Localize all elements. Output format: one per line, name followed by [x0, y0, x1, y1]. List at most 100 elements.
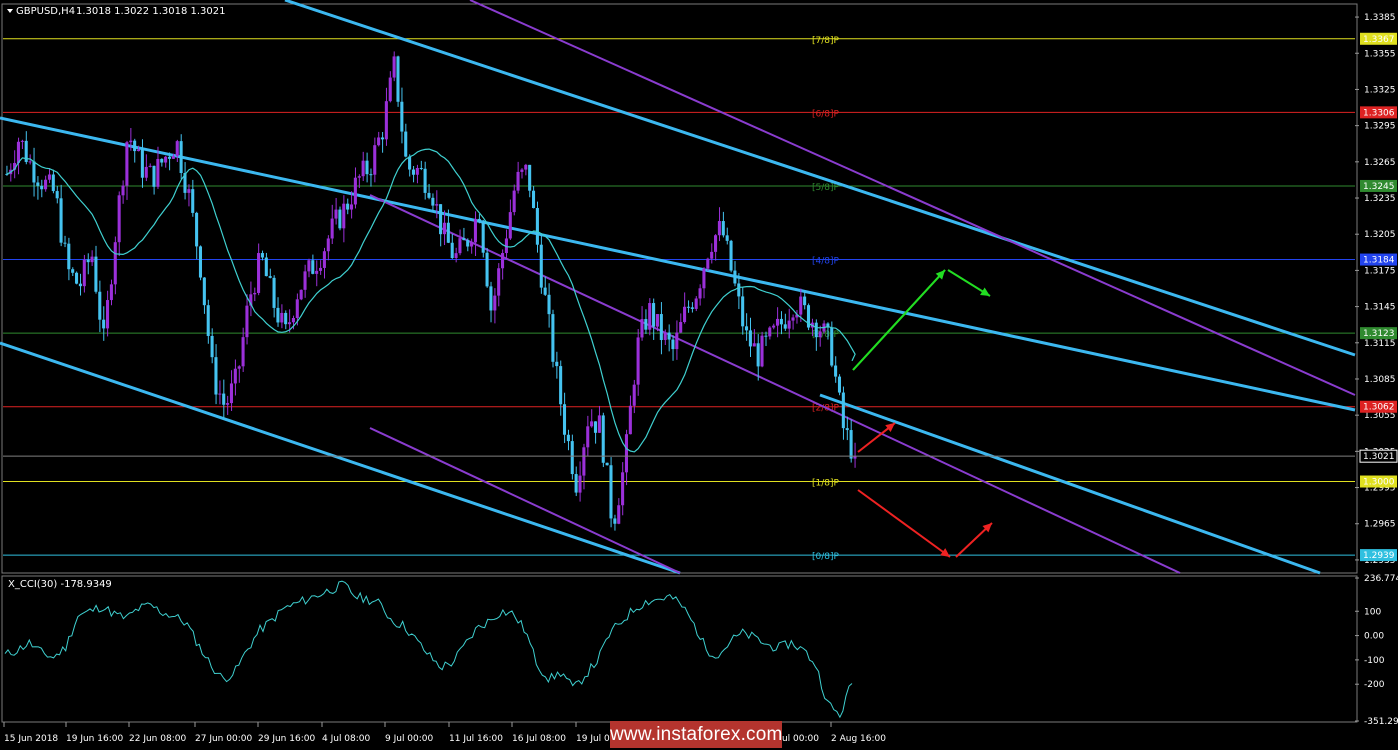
candle-body	[342, 203, 346, 229]
candle-body	[497, 268, 501, 296]
candle-body	[415, 167, 419, 175]
candle-body	[20, 140, 24, 142]
candle-body	[152, 165, 156, 187]
candle-body	[593, 421, 598, 433]
time-tick-label: 27 Jun 00:00	[195, 734, 252, 744]
time-tick-label: 22 Jun 08:00	[129, 734, 186, 744]
candle-body	[82, 259, 86, 287]
candle-body	[257, 253, 261, 293]
murrey-label: [6/8]P	[812, 109, 840, 119]
candle-body	[818, 331, 822, 338]
candle-body	[357, 176, 361, 178]
candle-body	[288, 322, 292, 325]
candle-body	[419, 167, 423, 169]
candle-body	[516, 171, 520, 191]
candle-body	[803, 296, 807, 306]
candle-body	[725, 235, 729, 241]
candle-body	[462, 238, 466, 241]
murrey-price-label: 1.2939	[1363, 551, 1395, 561]
candle-body	[586, 426, 590, 448]
candle-body	[512, 190, 516, 213]
candle-body	[531, 190, 536, 209]
candle-body	[218, 393, 222, 395]
candle-body	[411, 169, 416, 175]
candle-body	[276, 307, 280, 323]
candle-body	[280, 312, 284, 323]
candle-body	[400, 101, 404, 132]
candle-body	[36, 182, 40, 186]
candle-body	[117, 195, 121, 243]
cci-tick-label: -351.2944	[1364, 717, 1398, 727]
candle-body	[311, 260, 315, 274]
price-tick-label: 1.3145	[1364, 303, 1396, 313]
candle-body	[233, 368, 237, 384]
symbol-label: GBPUSD,H4	[16, 6, 75, 17]
candle-body	[501, 253, 505, 269]
candle-body	[396, 56, 400, 102]
cci-tick-label: 100	[1364, 607, 1381, 617]
candle-body	[714, 235, 718, 252]
candle-body	[477, 218, 481, 223]
candle-body	[702, 268, 706, 289]
candle-body	[450, 242, 454, 259]
murrey-price-label: 1.3123	[1363, 329, 1395, 339]
candle-body	[439, 204, 443, 235]
candle-body	[655, 314, 659, 327]
time-tick-label: 4 Jul 08:00	[322, 734, 371, 744]
candle-body	[485, 252, 489, 287]
candle-body	[535, 208, 539, 245]
candle-body	[44, 179, 48, 190]
price-tick-label: 1.3175	[1364, 266, 1396, 276]
candle-body	[121, 185, 125, 196]
candle-body	[241, 337, 245, 367]
candle-body	[346, 203, 350, 210]
candle-body	[75, 272, 79, 284]
candle-body	[136, 149, 141, 152]
candle-body	[214, 357, 218, 395]
candle-body	[388, 77, 392, 102]
candle-body	[253, 292, 257, 295]
cci-label: X_CCI(30) -178.9349	[8, 579, 112, 590]
candle-body	[408, 156, 412, 170]
candle-body	[830, 327, 834, 366]
candle-body	[129, 140, 133, 143]
candle-body	[659, 314, 663, 341]
candle-body	[63, 242, 67, 244]
candle-body	[98, 291, 102, 320]
candle-body	[640, 319, 644, 338]
candle-body	[663, 332, 667, 341]
candle-body	[442, 222, 446, 235]
ohlc-label: 1.3018 1.3022 1.3018 1.3021	[76, 6, 226, 17]
time-tick-label: 19 Jun 16:00	[66, 734, 123, 744]
candle-body	[605, 462, 609, 466]
candle-body	[636, 337, 640, 385]
candle-body	[140, 149, 144, 178]
murrey-price-label: 1.3306	[1363, 108, 1395, 118]
candle-body	[562, 404, 567, 435]
candle-body	[683, 306, 687, 323]
candle-body	[377, 137, 381, 146]
candle-body	[574, 474, 578, 493]
price-tick-label: 1.2965	[1364, 520, 1396, 530]
candle-body	[764, 335, 768, 337]
candle-body	[791, 317, 795, 321]
murrey-price-label: 1.3184	[1363, 256, 1395, 266]
candle-body	[481, 222, 485, 253]
candle-body	[489, 286, 493, 311]
murrey-label: [7/8]P	[812, 36, 840, 46]
cci-tick-label: -100	[1364, 656, 1385, 666]
candle-body	[690, 307, 694, 309]
time-tick-label: 16 Jul 08:00	[512, 734, 566, 744]
candle-body	[849, 430, 853, 459]
candle-body	[404, 131, 408, 157]
candle-body	[210, 335, 214, 358]
candle-body	[338, 209, 342, 229]
candle-body	[624, 434, 629, 473]
candle-body	[295, 299, 299, 318]
candle-body	[47, 174, 51, 180]
candle-body	[570, 441, 574, 475]
candle-body	[779, 318, 783, 325]
candle-body	[380, 137, 385, 140]
murrey-label: [1/8]P	[812, 479, 840, 489]
candle-body	[559, 366, 563, 405]
